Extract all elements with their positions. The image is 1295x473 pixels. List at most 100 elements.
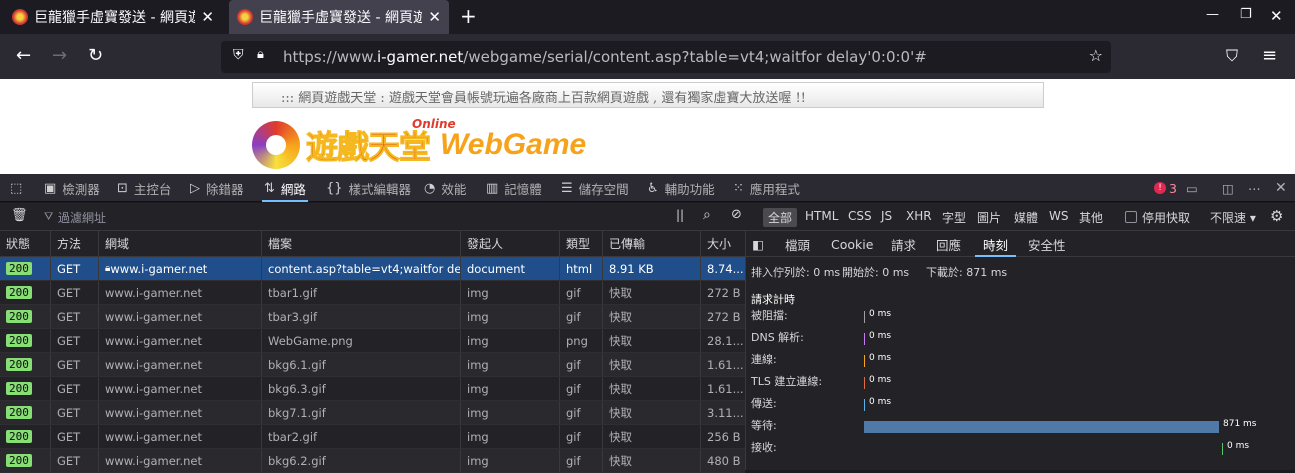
cell-text: content.asp?table=vt4;waitfor dela <box>268 261 461 276</box>
element-picker-icon[interactable]: ⬚ <box>10 174 22 202</box>
timing-row: 連線: 0 ms <box>751 351 1291 373</box>
tab-accessibility[interactable]: ♿︎ 輔助功能 <box>647 174 715 202</box>
filter-all[interactable]: 全部 <box>763 208 798 227</box>
filter-url-input[interactable]: 過濾網址 <box>58 209 106 226</box>
filter-other[interactable]: 其他 <box>1074 208 1108 227</box>
filter-ws[interactable]: WS <box>1044 208 1073 224</box>
tab-response[interactable]: 回應 <box>936 231 961 257</box>
tab-network[interactable]: ⇅ 網路 <box>262 174 308 202</box>
pause-icon[interactable]: || <box>676 208 684 222</box>
tab-headers[interactable]: 檔頭 <box>785 231 810 257</box>
cell-text: GET <box>57 429 81 444</box>
table-row[interactable]: 200 GET www.i-gamer.net bkg7.1.gif img gif 快取 3… <box>0 401 745 425</box>
split-console-icon[interactable]: ▭ <box>1186 174 1198 202</box>
settings-gear-icon[interactable]: ⚙ <box>1270 207 1283 225</box>
search-icon[interactable]: ⌕ <box>703 207 711 223</box>
new-tab-icon[interactable]: + <box>460 4 477 28</box>
error-count-badge[interactable]: ! 3 <box>1154 174 1177 202</box>
timing-value: 0 ms <box>1227 441 1250 451</box>
trash-icon[interactable]: 🗑︎ <box>11 208 28 223</box>
block-icon[interactable]: ⊘ <box>731 207 742 222</box>
col-transferred[interactable]: 已傳輸 <box>603 231 701 256</box>
filter-fonts[interactable]: 字型 <box>937 208 971 227</box>
menu-icon[interactable]: ≡ <box>1262 45 1277 67</box>
lock-icon[interactable]: 🔒︎ <box>257 47 264 62</box>
filter-media[interactable]: 媒體 <box>1009 208 1043 227</box>
timing-value: 871 ms <box>1223 419 1257 429</box>
table-row[interactable]: 200 GET www.i-gamer.net bkg6.3.gif img gif 快取 1… <box>0 377 745 401</box>
table-row[interactable]: 200 GET www.i-gamer.net WebGame.png img png 快取… <box>0 329 745 353</box>
table-row[interactable]: 200 GET www.i-gamer.net tbar2.gif img gif 快取 25… <box>0 425 745 449</box>
table-row[interactable]: 200 GET www.i-gamer.net bkg6.2.gif img gif 快取 4… <box>0 449 745 473</box>
tab-timings[interactable]: 時刻 <box>974 231 1017 257</box>
timing-row: TLS 建立連線: 0 ms <box>751 373 1291 395</box>
cell-text: GET <box>57 357 81 372</box>
minimize-icon[interactable]: — <box>1206 7 1219 22</box>
table-row[interactable]: 200 GET www.i-gamer.net bkg6.1.gif img gif 快取 1… <box>0 353 745 377</box>
tab-memory[interactable]: ▥ 記憶體 <box>486 174 542 202</box>
cell-text: 1.61... <box>707 357 744 372</box>
browser-tab-active[interactable]: 巨龍獵手虛寶發送 - 網頁遊 ✕ <box>229 0 449 34</box>
col-type[interactable]: 類型 <box>560 231 603 256</box>
table-row[interactable]: 200 GET www.i-gamer.net tbar3.gif img gif 快取 27… <box>0 305 745 329</box>
url-text[interactable]: https://www.i-gamer.net/webgame/serial/c… <box>283 48 927 66</box>
url-bar[interactable]: ⛨ 🔒︎ https://www.i-gamer.net/webgame/ser… <box>221 41 1111 73</box>
filter-html[interactable]: HTML <box>800 208 843 224</box>
cell-file: content.asp?table=vt4;waitfor dela ☁ <box>262 257 461 280</box>
filter-js[interactable]: JS <box>876 208 897 224</box>
browser-tab[interactable]: 巨龍獵手虛寶發送 - 網頁遊 ✕ <box>4 0 222 34</box>
timing-label: 連線: <box>751 353 777 366</box>
restore-icon[interactable]: ❐ <box>1240 7 1252 22</box>
cell-type: png <box>560 329 603 352</box>
filter-css[interactable]: CSS <box>843 208 877 224</box>
bookmark-star-icon[interactable]: ☆ <box>1089 46 1103 65</box>
tab-application[interactable]: ⁙ 應用程式 <box>733 174 800 202</box>
col-size[interactable]: 大小 <box>701 231 745 256</box>
back-icon[interactable]: ← <box>16 45 31 67</box>
disable-cache-checkbox[interactable] <box>1125 211 1137 223</box>
close-window-icon[interactable]: ✕ <box>1270 7 1283 25</box>
pocket-icon[interactable]: ⛉ <box>1226 45 1238 67</box>
cell-size: 1.61... <box>701 377 745 400</box>
table-row[interactable]: 200 GET 🔒︎ www.i-gamer.net content.asp?tabl… <box>0 257 745 281</box>
close-tab-icon[interactable]: ✕ <box>428 8 441 26</box>
cell-domain: www.i-gamer.net <box>99 377 262 400</box>
toggle-panel-icon[interactable]: ◧ <box>752 231 764 257</box>
filter-images[interactable]: 圖片 <box>972 208 1006 227</box>
throttle-select[interactable]: 不限速 ▾ <box>1210 209 1256 226</box>
col-domain[interactable]: 網域 <box>99 231 262 256</box>
col-file[interactable]: 檔案 <box>262 231 461 256</box>
col-method[interactable]: 方法 <box>51 231 99 256</box>
more-options-icon[interactable]: ⋯ <box>1248 174 1261 202</box>
tab-style-editor[interactable]: {} 樣式編輯器 <box>326 174 411 202</box>
timing-value: 0 ms <box>869 375 892 385</box>
filter-icon: ⛛ <box>44 210 54 223</box>
close-devtools-icon[interactable]: ✕ <box>1275 174 1287 202</box>
col-status[interactable]: 狀態 <box>0 231 51 256</box>
tab-cookies[interactable]: Cookie <box>831 231 873 257</box>
application-icon: ⁙ <box>733 180 744 196</box>
cell-text: img <box>467 285 489 300</box>
tab-console[interactable]: ⊡ 主控台 <box>117 174 171 202</box>
tab-debugger[interactable]: ▷ 除錯器 <box>190 174 244 202</box>
tab-storage[interactable]: ☰ 儲存空間 <box>561 174 629 202</box>
timing-bar <box>1222 443 1223 455</box>
tab-request[interactable]: 請求 <box>891 231 916 257</box>
tab-performance[interactable]: ◔ 效能 <box>424 174 466 202</box>
site-favicon-icon <box>12 9 28 25</box>
cell-method: GET <box>51 305 99 328</box>
col-initiator[interactable]: 發起人 <box>461 231 560 256</box>
tab-inspector[interactable]: ▣ 檢測器 <box>44 174 100 202</box>
dock-side-icon[interactable]: ◫ <box>1222 174 1234 202</box>
filter-xhr[interactable]: XHR <box>901 208 937 224</box>
table-row[interactable]: 200 GET www.i-gamer.net tbar1.gif img gif 快取 27… <box>0 281 745 305</box>
site-logo[interactable]: 遊戲天堂 Online WebGame <box>252 117 586 171</box>
close-tab-icon[interactable]: ✕ <box>201 8 214 26</box>
reload-icon[interactable]: ↻ <box>88 45 103 67</box>
forward-icon[interactable]: → <box>52 45 67 67</box>
cell-transferred: 8.91 KB <box>603 257 701 280</box>
network-icon: ⇅ <box>264 180 275 196</box>
timing-value: 0 ms <box>869 331 892 341</box>
tab-security[interactable]: 安全性 <box>1028 231 1066 257</box>
shield-icon[interactable]: ⛨ <box>233 47 244 63</box>
